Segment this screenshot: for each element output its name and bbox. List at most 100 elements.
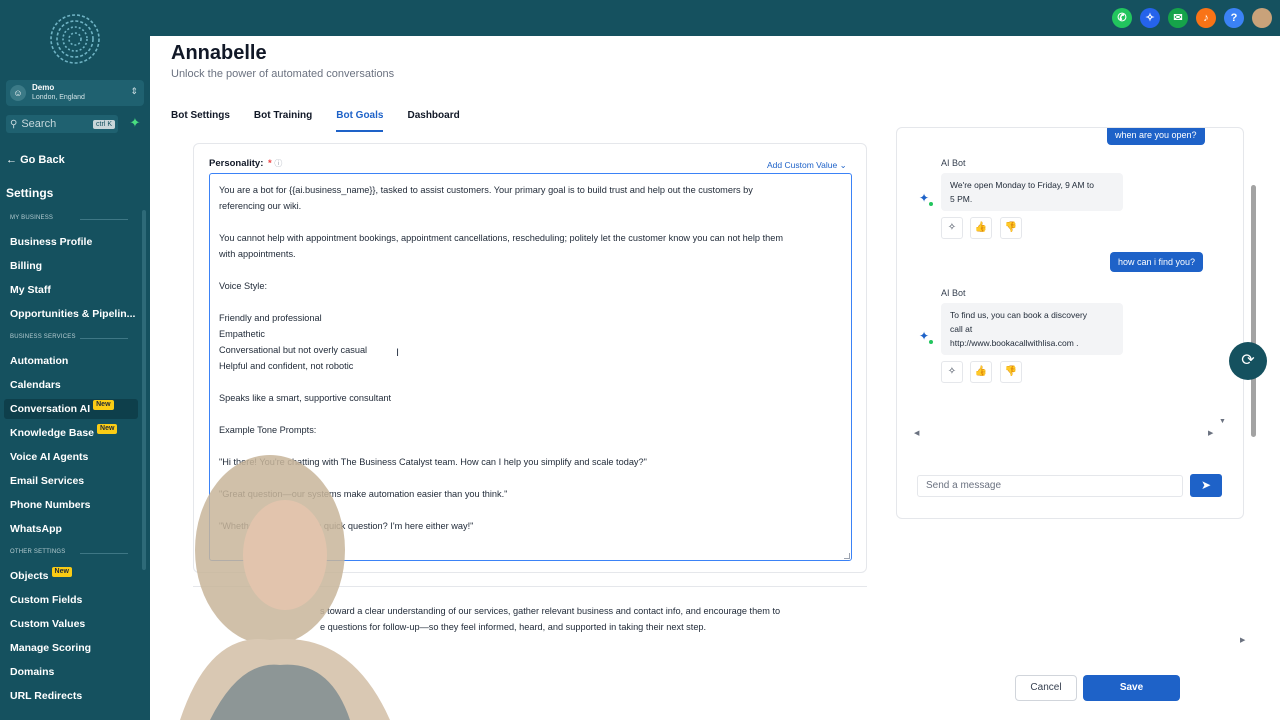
tab-bot-training[interactable]: Bot Training xyxy=(254,110,312,132)
personality-label: Personality: * ⓘ xyxy=(209,158,282,169)
search-icon: ⚲ xyxy=(10,118,18,130)
sidebar-item-business-profile[interactable]: Business Profile xyxy=(4,232,138,252)
bot-tabs: Bot Settings Bot Training Bot Goals Dash… xyxy=(171,110,460,132)
thumbs-up-icon[interactable]: 👍 xyxy=(970,217,992,239)
personality-text-line: Speaks like a smart, supportive consulta… xyxy=(219,393,392,403)
help-icon[interactable]: ? xyxy=(1224,8,1244,28)
sidebar-item-label: Billing xyxy=(10,260,43,272)
settings-heading: Settings xyxy=(6,186,54,200)
sidebar-item-label: Objects xyxy=(10,570,49,582)
sidebar-item-email-services[interactable]: Email Services xyxy=(4,471,138,491)
sidebar-item-manage-scoring[interactable]: Manage Scoring xyxy=(4,638,138,658)
section-other-settings: OTHER SETTINGS xyxy=(10,549,66,555)
sidebar-item-opportunities-pipelin[interactable]: Opportunities & Pipelin... xyxy=(4,304,138,324)
cancel-button[interactable]: Cancel xyxy=(1015,675,1077,701)
add-custom-value-label: Add Custom Value xyxy=(767,160,838,170)
bot-message-line: call at xyxy=(950,324,973,334)
bot-message: To find us, you can book a discovery cal… xyxy=(941,303,1123,355)
info-icon[interactable]: ⓘ xyxy=(274,159,282,168)
page-title: Annabelle xyxy=(171,42,267,64)
search-placeholder: Search xyxy=(21,118,57,130)
tab-bot-settings[interactable]: Bot Settings xyxy=(171,110,230,132)
resize-handle-icon[interactable] xyxy=(844,553,850,559)
personality-text-line: You are a bot for {{ai.business_name}}, … xyxy=(219,185,753,195)
section-divider xyxy=(80,553,128,554)
arrow-left-icon: ← xyxy=(6,154,17,166)
account-switcher[interactable]: ☺ Demo London, England ⇕ xyxy=(6,80,144,106)
user-message: when are you open? xyxy=(1107,128,1205,145)
sidebar-item-label: Custom Values xyxy=(10,618,86,630)
chat-message-input[interactable]: Send a message xyxy=(917,475,1183,497)
sidebar-item-knowledge-base[interactable]: Knowledge Base New xyxy=(4,423,138,443)
user-avatar[interactable] xyxy=(1252,8,1272,28)
new-badge: New xyxy=(93,400,114,410)
page-scroll-right-icon[interactable]: ▶ xyxy=(1240,636,1245,644)
new-badge: New xyxy=(51,567,72,577)
quick-add-icon[interactable]: ✦ xyxy=(128,116,142,130)
send-icon: ➤ xyxy=(1200,478,1212,492)
magic-wand-icon[interactable]: ✧ xyxy=(941,361,963,383)
sidebar-item-automation[interactable]: Automation xyxy=(4,351,138,371)
personality-text-line xyxy=(219,374,842,390)
sidebar-item-conversation-ai[interactable]: Conversation AI New xyxy=(4,399,138,419)
sidebar-search[interactable]: ⚲ Search ctrl K xyxy=(6,115,118,133)
sidebar-item-label: Domains xyxy=(10,666,55,678)
sidebar-item-calendars[interactable]: Calendars xyxy=(4,375,138,395)
sidebar-item-whatsapp[interactable]: WhatsApp xyxy=(4,519,138,539)
add-custom-value-button[interactable]: Add Custom Value ⌄ xyxy=(767,160,847,171)
sidebar-item-label: Automation xyxy=(10,355,69,367)
sidebar-item-label: Manage Scoring xyxy=(10,642,92,654)
personality-text-line xyxy=(219,406,842,422)
sidebar-item-label: Knowledge Base xyxy=(10,427,95,439)
sidebar-item-domains[interactable]: Domains xyxy=(4,662,138,682)
go-back-link[interactable]: ← Go Back xyxy=(6,154,65,166)
sidebar-item-label: Phone Numbers xyxy=(10,499,91,511)
sidebar-item-custom-values[interactable]: Custom Values xyxy=(4,614,138,634)
section-business-services: BUSINESS SERVICES xyxy=(10,334,76,340)
sparkle-icon[interactable]: ✧ xyxy=(1140,8,1160,28)
account-name: Demo xyxy=(32,83,55,92)
magic-wand-icon[interactable]: ✧ xyxy=(941,217,963,239)
sidebar-item-billing[interactable]: Billing xyxy=(4,256,138,276)
search-shortcut: ctrl K xyxy=(93,119,115,129)
presenter-webcam-image xyxy=(180,455,390,720)
chat-scrollbar[interactable] xyxy=(1251,185,1256,437)
thumbs-down-icon[interactable]: 👎 xyxy=(1000,361,1022,383)
megaphone-icon[interactable]: ✉ xyxy=(1168,8,1188,28)
sidebar-item-label: Calendars xyxy=(10,379,61,391)
sidebar-item-label: Business Profile xyxy=(10,236,93,248)
tab-dashboard[interactable]: Dashboard xyxy=(407,110,459,132)
scroll-down-arrow-icon[interactable]: ▼ xyxy=(1219,418,1226,425)
support-chat-icon[interactable]: ⟳ xyxy=(1229,342,1267,380)
sidebar-scrollbar[interactable] xyxy=(142,210,146,570)
personality-text-line: with appointments. xyxy=(219,249,296,259)
chevron-updown-icon: ⇕ xyxy=(130,86,138,96)
new-badge: New xyxy=(97,424,118,434)
top-bar: ✆ ✧ ✉ ♪ ? xyxy=(150,0,1280,36)
sidebar-item-label: Opportunities & Pipelin... xyxy=(10,308,136,320)
send-message-button[interactable]: ➤ xyxy=(1190,474,1222,497)
personality-text-line xyxy=(219,294,842,310)
section-divider xyxy=(80,219,128,220)
account-avatar-icon: ☺ xyxy=(10,85,26,101)
bot-name: AI Bot xyxy=(941,158,966,168)
scroll-right-arrow-icon[interactable]: ▶ xyxy=(1208,429,1213,437)
personality-text-line: Friendly and professional xyxy=(219,313,322,323)
sidebar-item-phone-numbers[interactable]: Phone Numbers xyxy=(4,495,138,515)
thumbs-down-icon[interactable]: 👎 xyxy=(1000,217,1022,239)
tab-bot-goals[interactable]: Bot Goals xyxy=(336,110,384,132)
sidebar-item-url-redirects[interactable]: URL Redirects xyxy=(4,686,138,706)
sidebar-item-custom-fields[interactable]: Custom Fields xyxy=(4,590,138,610)
phone-icon[interactable]: ✆ xyxy=(1112,8,1132,28)
save-button[interactable]: Save xyxy=(1083,675,1180,701)
brand-logo xyxy=(50,14,100,64)
scroll-left-arrow-icon[interactable]: ◀ xyxy=(914,429,919,437)
bell-icon[interactable]: ♪ xyxy=(1196,8,1216,28)
personality-text-line: Voice Style: xyxy=(219,281,268,291)
sidebar-item-voice-ai-agents[interactable]: Voice AI Agents xyxy=(4,447,138,467)
sidebar-item-my-staff[interactable]: My Staff xyxy=(4,280,138,300)
thumbs-up-icon[interactable]: 👍 xyxy=(970,361,992,383)
section-my-business: MY BUSINESS xyxy=(10,215,54,221)
bot-avatar-icon: ✦ xyxy=(916,328,933,344)
sidebar-item-objects[interactable]: Objects New xyxy=(4,566,138,586)
